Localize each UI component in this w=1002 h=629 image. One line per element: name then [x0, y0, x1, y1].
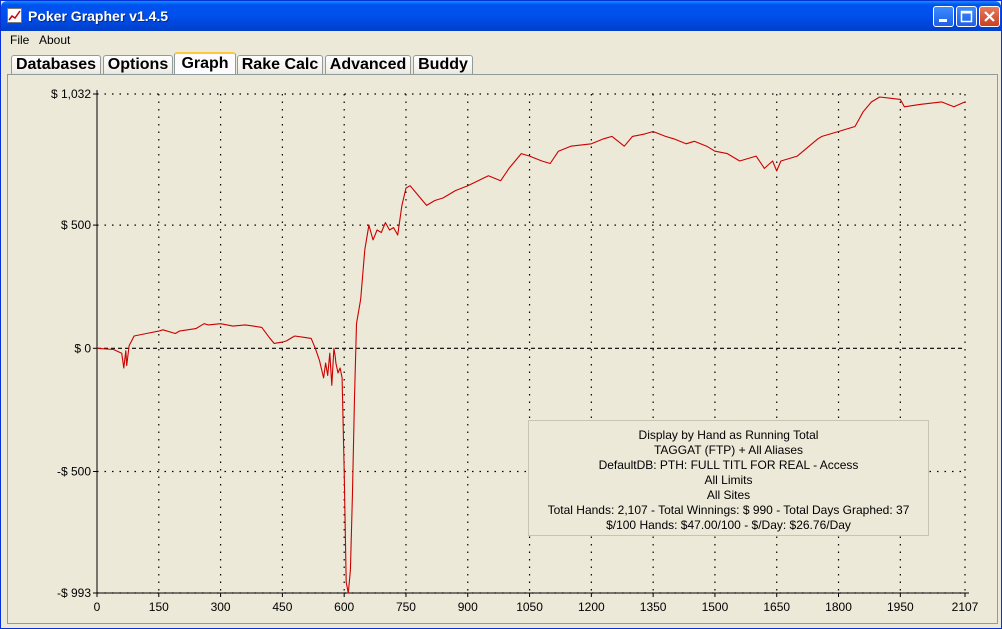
x-tick-label: 750 [396, 600, 416, 614]
maximize-button[interactable] [956, 6, 977, 27]
info-rates: $/100 Hands: $47.00/100 - $/Day: $26.76/… [606, 518, 851, 532]
x-tick-label: 1200 [578, 600, 605, 614]
x-tick-label: 150 [149, 600, 169, 614]
menu-bar: File About [1, 31, 1001, 49]
minimize-icon [939, 19, 947, 22]
x-tick-label: 1650 [763, 600, 790, 614]
x-tick-label: 900 [458, 600, 478, 614]
y-tick-label: -$ 993 [57, 586, 91, 600]
x-tick-label: 600 [334, 600, 354, 614]
info-sites: All Sites [706, 488, 751, 502]
tab-graph[interactable]: Graph [174, 52, 236, 75]
tab-options[interactable]: Options [103, 55, 173, 74]
window-title: Poker Grapher v1.4.5 [28, 8, 169, 24]
tab-rake-calc[interactable]: Rake Calc [237, 55, 323, 74]
tab-buddy[interactable]: Buddy [413, 55, 473, 74]
x-tick-label: 1050 [516, 600, 543, 614]
x-tick-label: 1950 [887, 600, 914, 614]
menu-about[interactable]: About [39, 33, 70, 47]
y-tick-label: $ 500 [61, 218, 91, 232]
graph-area: $ 1,032 $ 500 $ 0 -$ 500 -$ 993 0 150 300 450 600… [13, 81, 993, 621]
tab-advanced[interactable]: Advanced [325, 55, 411, 74]
info-limits: All Limits [704, 473, 753, 487]
info-totals: Total Hands: 2,107 - Total Winnings: $ 9… [547, 503, 910, 517]
chart-app-icon [7, 8, 22, 23]
y-tick-label: $ 0 [74, 341, 91, 355]
x-tick-label: 0 [94, 600, 101, 614]
tab-databases[interactable]: Databases [11, 55, 101, 74]
x-tick-label: 1500 [702, 600, 729, 614]
tab-strip: Databases Options Graph Rake Calc Advanc… [1, 51, 1001, 76]
close-button[interactable] [979, 6, 1000, 27]
x-tick-label: 1800 [825, 600, 852, 614]
info-box: Display by Hand as Running Total TAGGAT … [528, 420, 929, 536]
x-tick-label: 300 [211, 600, 231, 614]
close-icon [984, 11, 995, 22]
info-display-mode: Display by Hand as Running Total [638, 428, 819, 442]
minimize-button[interactable] [933, 6, 954, 27]
y-tick-label: $ 1,032 [51, 87, 91, 101]
x-tick-label: 1350 [640, 600, 667, 614]
menu-file[interactable]: File [10, 33, 29, 47]
title-bar[interactable]: Poker Grapher v1.4.5 [1, 1, 1001, 31]
y-tick-label: -$ 500 [57, 465, 91, 479]
app-window: Poker Grapher v1.4.5 File About Database… [0, 0, 1002, 629]
info-database: DefaultDB: PTH: FULL TITL FOR REAL - Acc… [598, 458, 859, 472]
winnings-chart: $ 1,032 $ 500 $ 0 -$ 500 -$ 9930 150 300 450 600… [51, 87, 979, 614]
x-tick-label: 450 [272, 600, 292, 614]
info-player: TAGGAT (FTP) + All Aliases [653, 443, 804, 457]
x-tick-label: 2107 [952, 600, 979, 614]
maximize-icon [960, 10, 973, 23]
